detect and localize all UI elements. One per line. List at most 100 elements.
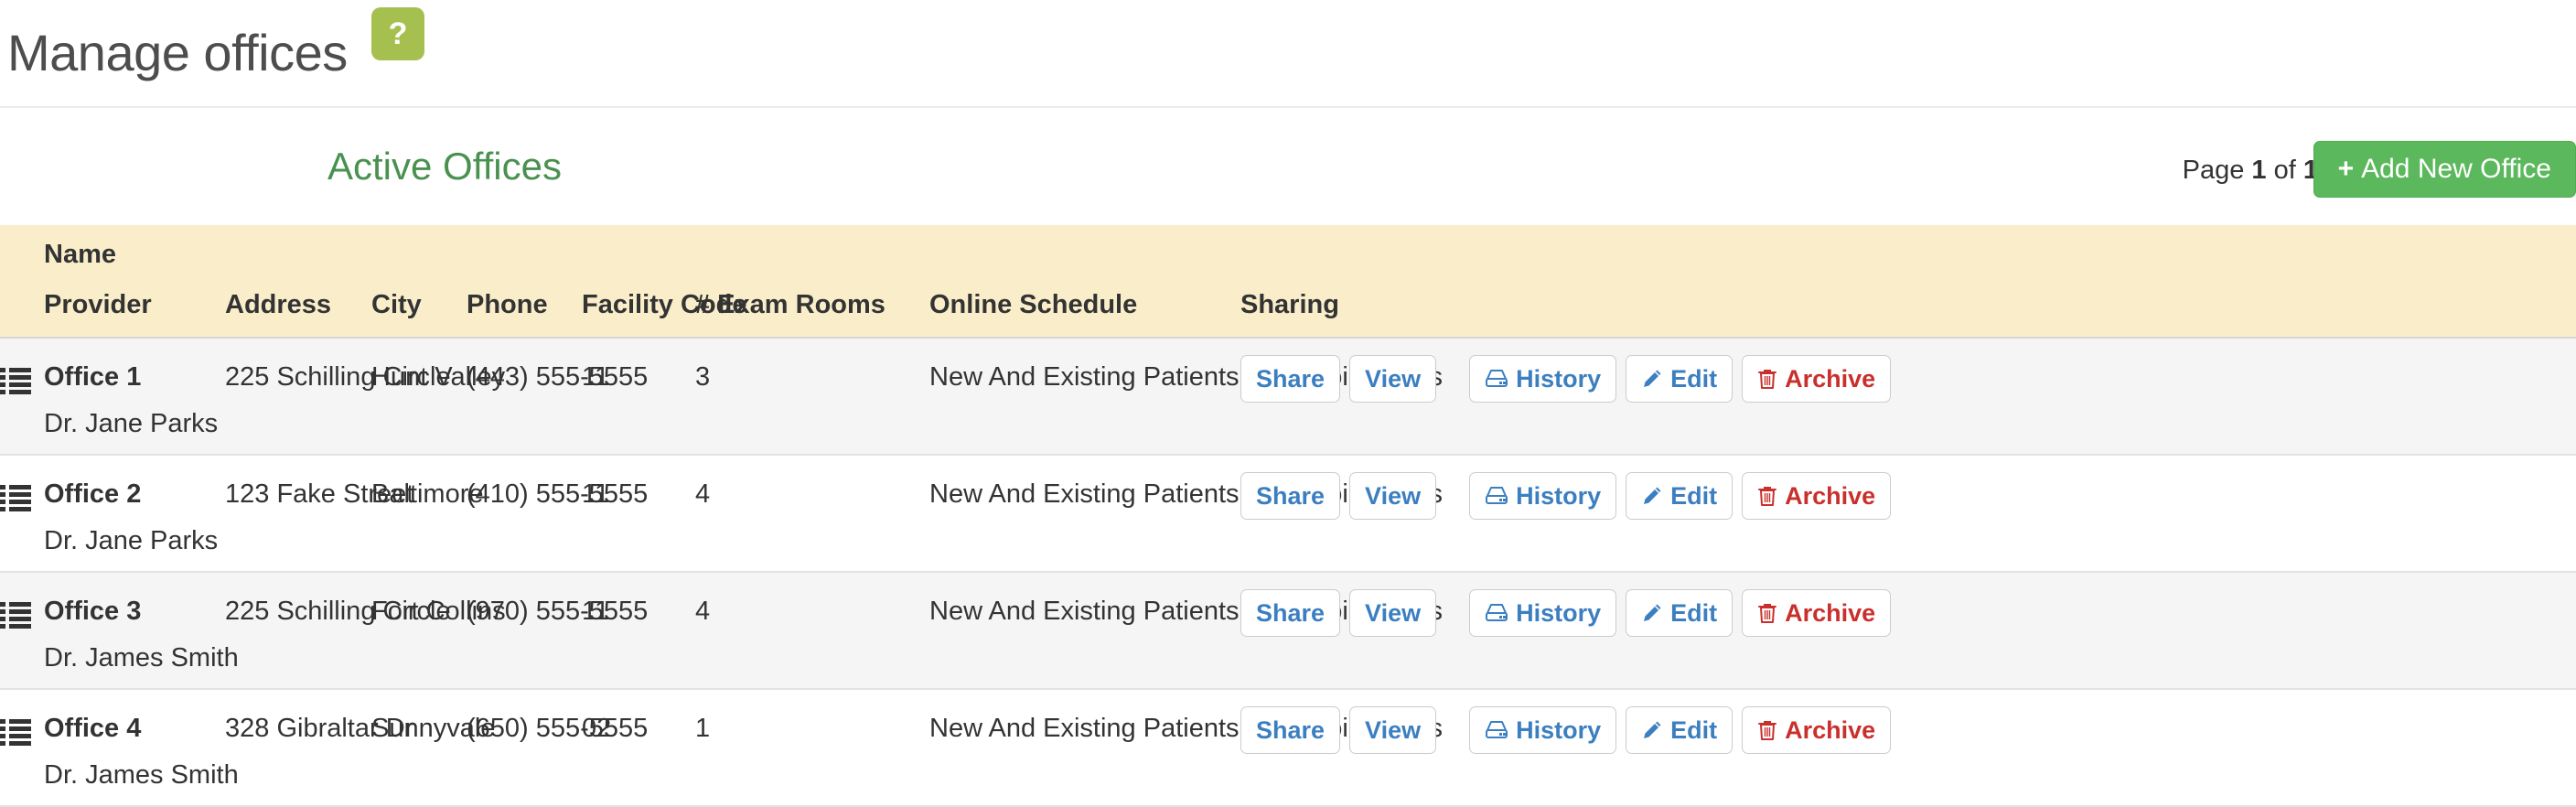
row-online-schedule-cell: New And Existing Patients All Appointmen… [929, 455, 1443, 573]
archive-button[interactable]: Archive [1742, 589, 1892, 637]
history-button[interactable]: History [1469, 589, 1617, 637]
office-phone: (443) 555-5555 [467, 362, 649, 392]
row-online-schedule-cell: New And Existing Patients All Appointmen… [929, 572, 1443, 690]
column-header-address: Address [225, 225, 371, 339]
office-provider: Dr. James Smith [44, 643, 239, 672]
column-header-exam-rooms-label: # Exam Rooms [695, 290, 886, 319]
archive-button[interactable]: Archive [1742, 355, 1892, 403]
table-row[interactable]: Office 2 Dr. Jane Parks 123 Fake Street … [0, 455, 2576, 573]
share-button[interactable]: Share [1240, 589, 1341, 637]
table-row[interactable]: Office 4 Dr. James Smith 328 Gibraltar D… [0, 689, 2576, 807]
view-button-label: View [1365, 482, 1422, 510]
view-button[interactable]: View [1349, 706, 1437, 754]
column-header-name: Name [44, 240, 116, 269]
edit-button[interactable]: Edit [1626, 589, 1733, 637]
row-address-cell: 328 Gibraltar Dr [225, 689, 413, 807]
row-exam-rooms-cell: 4 [695, 455, 929, 573]
list-handle-icon[interactable] [0, 368, 31, 395]
archive-button[interactable]: Archive [1742, 706, 1892, 754]
hard-drive-icon [1486, 487, 1508, 504]
row-phone-cell: (410) 555-5555 [467, 455, 648, 573]
office-facility-code: 11 [582, 479, 610, 509]
edit-button[interactable]: Edit [1626, 472, 1733, 520]
pencil-icon [1644, 487, 1661, 504]
hard-drive-icon [1486, 370, 1508, 387]
column-header-city: City [371, 225, 467, 339]
edit-button[interactable]: Edit [1626, 706, 1733, 754]
row-phone-cell: (443) 555-5555 [467, 338, 648, 456]
pager-middle: of [2273, 156, 2296, 185]
office-facility-code: 11 [582, 597, 610, 626]
row-name-cell: Office 2 Dr. Jane Parks [44, 455, 225, 573]
archive-button[interactable]: Archive [1742, 472, 1892, 520]
share-button-label: Share [1256, 599, 1326, 627]
section-title: Active Offices [327, 145, 562, 188]
pager-prefix: Page [2182, 156, 2245, 185]
history-button-label: History [1516, 365, 1602, 393]
row-phone-cell: (970) 555-5555 [467, 572, 648, 690]
row-phone-cell: (650) 555-5555 [467, 689, 648, 807]
list-handle-icon[interactable] [0, 719, 31, 747]
row-drag-handle-cell[interactable] [0, 455, 44, 573]
share-button-label: Share [1256, 716, 1326, 744]
row-online-schedule-cell: New And Existing Patients All Appointmen… [929, 689, 1443, 807]
office-exam-rooms: 3 [695, 362, 711, 392]
column-header-facility-code: Facility Code [582, 225, 747, 339]
row-name-cell: Office 3 Dr. James Smith [44, 572, 239, 690]
share-button[interactable]: Share [1240, 706, 1341, 754]
view-button-label: View [1365, 365, 1422, 393]
history-button[interactable]: History [1469, 472, 1617, 520]
row-sharing-cell: Share View History Edit Archive [1240, 572, 2576, 690]
column-header-online-schedule: Online Schedule [929, 225, 1240, 339]
column-header-sharing-label: Sharing [1240, 290, 1339, 319]
column-header-handle [0, 225, 44, 339]
hard-drive-icon [1486, 721, 1508, 738]
view-button[interactable]: View [1349, 472, 1437, 520]
office-exam-rooms: 1 [695, 714, 711, 743]
table-row[interactable]: Office 3 Dr. James Smith 225 Schilling C… [0, 572, 2576, 690]
plus-icon: + [2337, 154, 2355, 184]
row-name-cell: Office 1 Dr. Jane Parks [44, 338, 225, 456]
row-drag-handle-cell[interactable] [0, 689, 44, 807]
office-name: Office 4 [44, 714, 142, 743]
edit-button-label: Edit [1670, 482, 1718, 510]
row-online-schedule-cell: New And Existing Patients All Appointmen… [929, 338, 1443, 456]
history-button[interactable]: History [1469, 706, 1617, 754]
edit-button[interactable]: Edit [1626, 355, 1733, 403]
table-header-row: Name Provider Address City Phone Facilit… [0, 225, 2576, 339]
view-button[interactable]: View [1349, 589, 1437, 637]
add-new-office-button[interactable]: + Add New Office [2313, 141, 2576, 198]
edit-button-label: Edit [1670, 599, 1718, 627]
view-button[interactable]: View [1349, 355, 1437, 403]
pencil-icon [1644, 370, 1661, 387]
list-handle-icon[interactable] [0, 602, 31, 629]
column-header-exam-rooms: # Exam Rooms [695, 225, 929, 339]
row-address-cell: 225 Schilling Circle [225, 338, 451, 456]
row-sharing-cell: Share View History Edit Archive [1240, 455, 2576, 573]
pagination-indicator: Page 1 of 1 [2183, 156, 2318, 186]
row-facility-code-cell: 02 [582, 689, 695, 807]
office-provider: Dr. James Smith [44, 760, 239, 790]
column-header-provider: Provider [44, 290, 152, 319]
offices-table-body: Office 1 Dr. Jane Parks 225 Schilling Ci… [0, 338, 2576, 807]
column-header-city-label: City [371, 290, 422, 319]
share-button[interactable]: Share [1240, 355, 1341, 403]
history-button[interactable]: History [1469, 355, 1617, 403]
list-handle-icon[interactable] [0, 485, 31, 512]
pencil-icon [1644, 721, 1661, 738]
row-address-cell: 123 Fake Street [225, 455, 413, 573]
column-header-online-schedule-label: Online Schedule [929, 290, 1138, 319]
row-sharing-cell: Share View History Edit Archive [1240, 689, 2576, 807]
column-header-phone-label: Phone [467, 290, 548, 319]
row-city-cell: Sunnyvale [371, 689, 495, 807]
offices-table-head: Name Provider Address City Phone Facilit… [0, 225, 2576, 339]
row-city-cell: Hunt Valley [371, 338, 505, 456]
edit-button-label: Edit [1670, 716, 1718, 744]
share-button[interactable]: Share [1240, 472, 1341, 520]
row-drag-handle-cell[interactable] [0, 572, 44, 690]
help-icon[interactable]: ? [371, 7, 424, 60]
office-exam-rooms: 4 [695, 597, 711, 626]
row-drag-handle-cell[interactable] [0, 338, 44, 456]
table-row[interactable]: Office 1 Dr. Jane Parks 225 Schilling Ci… [0, 338, 2576, 456]
row-facility-code-cell: 11 [582, 572, 695, 690]
